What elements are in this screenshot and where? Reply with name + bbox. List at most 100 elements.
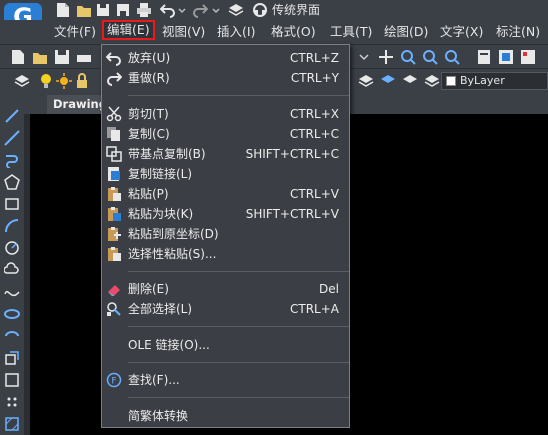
rectangle-icon[interactable] [4, 196, 20, 212]
layers-icon[interactable] [14, 73, 30, 89]
menu-item-redo[interactable]: 重做(R) CTRL+Y [102, 68, 349, 88]
menu-item-label: 复制(C) [128, 127, 170, 141]
lock-icon[interactable] [74, 73, 90, 89]
menu-dimension[interactable]: 标注(N) [496, 22, 540, 42]
menu-item-simplified-traditional-convert[interactable]: 简繁体转换 [102, 406, 349, 426]
eraser-icon [108, 285, 120, 296]
menu-item-shortcut: SHIFT+CTRL+C [245, 147, 339, 161]
menu-item-label: OLE 链接(O)... [128, 338, 210, 352]
menu-format[interactable]: 格式(O) [271, 22, 316, 42]
menu-item-select-all[interactable]: 全部选择(L) CTRL+A [102, 299, 349, 319]
menu-item-delete[interactable]: 删除(E) Del [102, 279, 349, 299]
point-icon[interactable] [4, 394, 20, 410]
tool-palette-icon[interactable] [520, 49, 536, 65]
pan-icon[interactable] [378, 49, 394, 65]
menu-text[interactable]: 文字(X) [440, 22, 483, 42]
menu-item-copy-with-basepoint[interactable]: 带基点复制(B) SHIFT+CTRL+C [102, 144, 349, 164]
lightbulb-icon[interactable] [38, 73, 54, 89]
menu-item-paste-special[interactable]: 选择性粘贴(S)... [102, 244, 349, 264]
undo-icon [106, 52, 121, 66]
edit-menu-dropdown: 放弃(U) CTRL+Z 重做(R) CTRL+Y 剪切(T) CTRL+X 复… [101, 44, 350, 428]
make-current-layer-icon[interactable] [424, 73, 440, 89]
menu-item-find[interactable]: F 查找(F)... [102, 370, 349, 390]
polygon-icon[interactable] [4, 174, 20, 190]
polyline-icon[interactable] [4, 152, 20, 168]
paste-icon [108, 187, 121, 201]
menu-item-ole-links[interactable]: OLE 链接(O)... [102, 335, 349, 355]
copy-icon [107, 127, 120, 141]
paste-original-coords-icon [108, 227, 121, 241]
menu-item-shortcut: CTRL+C [289, 127, 339, 141]
construction-line-icon[interactable] [4, 130, 20, 146]
print-icon[interactable] [76, 49, 92, 65]
circle-icon[interactable] [4, 240, 20, 256]
save-icon[interactable] [54, 49, 70, 65]
menu-item-paste-original-coords[interactable]: 粘贴到原坐标(D) [102, 224, 349, 244]
chevron-down-icon[interactable] [178, 2, 186, 18]
chevron-down-icon[interactable] [212, 2, 220, 18]
menu-item-shortcut: CTRL+A [290, 302, 339, 316]
layers-icon[interactable] [228, 2, 244, 18]
zoom-window-icon[interactable] [422, 49, 438, 65]
spline-icon[interactable] [4, 284, 20, 300]
menu-item-paste[interactable]: 粘贴(P) CTRL+V [102, 184, 349, 204]
menu-separator [128, 397, 349, 398]
design-center-icon[interactable] [498, 49, 514, 65]
layer-states-icon[interactable] [380, 73, 396, 89]
redo-icon[interactable] [192, 2, 208, 18]
sun-icon[interactable] [56, 73, 72, 89]
new-file-icon[interactable] [10, 49, 26, 65]
hatch-icon[interactable] [4, 416, 20, 432]
menu-separator [128, 271, 349, 272]
ellipse-icon[interactable] [4, 306, 20, 322]
paste-special-icon [108, 247, 121, 261]
line-icon[interactable] [4, 108, 20, 124]
ellipse-arc-icon[interactable] [4, 328, 20, 344]
menu-item-shortcut: SHIFT+CTRL+V [245, 207, 339, 221]
revision-cloud-icon[interactable] [4, 262, 20, 278]
select-all-icon [107, 302, 121, 316]
insert-block-icon[interactable] [4, 350, 20, 366]
menu-item-undo[interactable]: 放弃(U) CTRL+Z [102, 48, 349, 68]
menu-item-label: 查找(F)... [128, 373, 180, 387]
open-folder-icon[interactable] [32, 49, 48, 65]
menu-edit[interactable]: 编辑(E) [102, 20, 155, 40]
menu-item-shortcut: CTRL+V [290, 187, 339, 201]
dropdown-arrow-icon[interactable] [356, 49, 372, 65]
layer-previous-icon[interactable] [402, 73, 418, 89]
save-icon[interactable] [96, 2, 110, 18]
menu-item-copy-link[interactable]: 复制链接(L) [102, 164, 349, 184]
title-bar: G 传统界面 [0, 0, 548, 39]
workspace-icon[interactable] [252, 2, 268, 18]
menu-item-copy[interactable]: 复制(C) CTRL+C [102, 124, 349, 144]
menu-insert[interactable]: 插入(I) [217, 22, 255, 42]
open-folder-icon[interactable] [76, 2, 92, 18]
zoom-realtime-icon[interactable] [400, 49, 416, 65]
color-control-select[interactable]: ByLayer [441, 72, 548, 90]
zoom-previous-icon[interactable] [444, 49, 460, 65]
menu-file[interactable]: 文件(F) [54, 22, 96, 42]
menu-item-label: 删除(E) [128, 282, 169, 296]
arc-icon[interactable] [4, 218, 20, 234]
workspace-name[interactable]: 传统界面 [272, 0, 320, 20]
color-swatch [446, 76, 456, 86]
save-as-icon[interactable] [116, 2, 130, 18]
menu-bar: 文件(F) 编辑(E) 视图(V) 插入(I) 格式(O) 工具(T) 绘图(D… [0, 20, 548, 44]
print-icon[interactable] [136, 2, 152, 18]
menu-item-label: 简繁体转换 [128, 409, 189, 423]
menu-separator [128, 362, 349, 363]
make-block-icon[interactable] [4, 372, 20, 388]
draw-toolbar [0, 92, 24, 435]
menu-draw[interactable]: 绘图(D) [384, 22, 428, 42]
new-file-icon[interactable] [56, 2, 70, 18]
menu-item-paste-as-block[interactable]: 粘贴为块(K) SHIFT+CTRL+V [102, 204, 349, 224]
menu-tools[interactable]: 工具(T) [330, 22, 372, 42]
properties-icon[interactable] [476, 49, 492, 65]
menu-view[interactable]: 视图(V) [162, 22, 205, 42]
undo-icon[interactable] [160, 2, 176, 18]
layers-icon[interactable] [358, 73, 374, 89]
menu-item-shortcut: CTRL+X [289, 107, 339, 121]
menu-item-label: 粘贴(P) [128, 187, 169, 201]
menu-item-label: 粘贴为块(K) [128, 207, 194, 221]
menu-item-cut[interactable]: 剪切(T) CTRL+X [102, 104, 349, 124]
